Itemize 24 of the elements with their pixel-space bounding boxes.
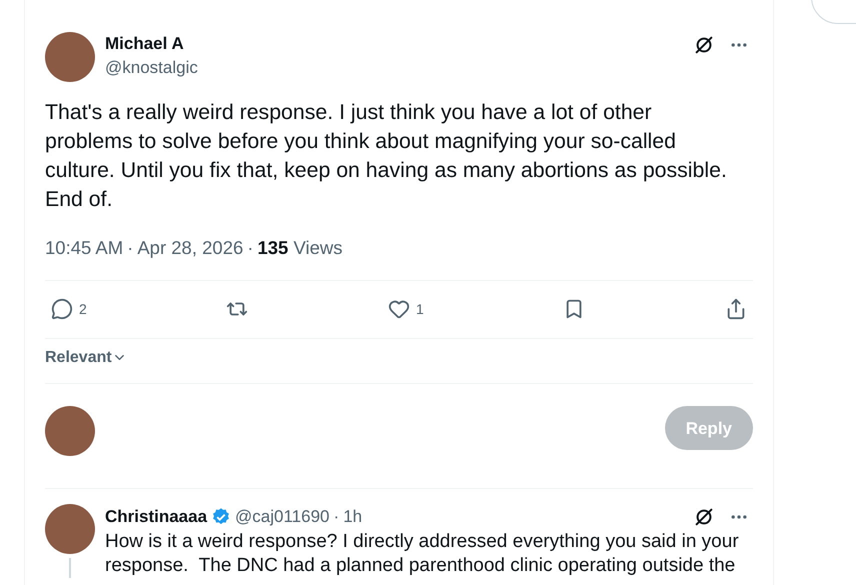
author-handle[interactable]: @knostalgic: [105, 55, 683, 81]
avatar[interactable]: [45, 406, 95, 456]
reply-text: How is it a weird response? I directly addressed everything you said in your response. The DNC had a planned parenthood clinic operating outside the: [105, 530, 740, 578]
like-button[interactable]: 1: [388, 298, 424, 320]
reply-author-name[interactable]: Christinaaaa: [105, 504, 208, 530]
views-count: 135 Views: [257, 236, 342, 260]
grok-icon[interactable]: [693, 506, 715, 528]
post-text: That's a really weird response. I just think you have a lot of other problems to solve before you think about magnifying your so-called culture. Until you fix that, keep on having as many abortions as possible. End of.: [45, 99, 728, 213]
sort-dropdown[interactable]: Relevant: [45, 346, 127, 369]
post-time[interactable]: 10:45 AM: [45, 234, 124, 262]
reply-author-handle[interactable]: @caj011690: [235, 504, 330, 530]
author-name[interactable]: Michael A: [105, 33, 683, 55]
avatar[interactable]: [45, 32, 95, 82]
separator-dot: ·: [334, 506, 340, 528]
grok-icon[interactable]: [693, 34, 715, 56]
comment-icon: [51, 298, 73, 320]
reply-button[interactable]: 2: [51, 298, 87, 320]
thread-line: [69, 558, 71, 578]
separator-dot: ·: [247, 236, 254, 260]
avatar[interactable]: [45, 504, 95, 554]
reply-age[interactable]: 1h: [343, 504, 362, 530]
separator-dot: ·: [127, 236, 134, 260]
heart-icon: [388, 298, 410, 320]
post-date[interactable]: Apr 28, 2026: [137, 234, 244, 262]
